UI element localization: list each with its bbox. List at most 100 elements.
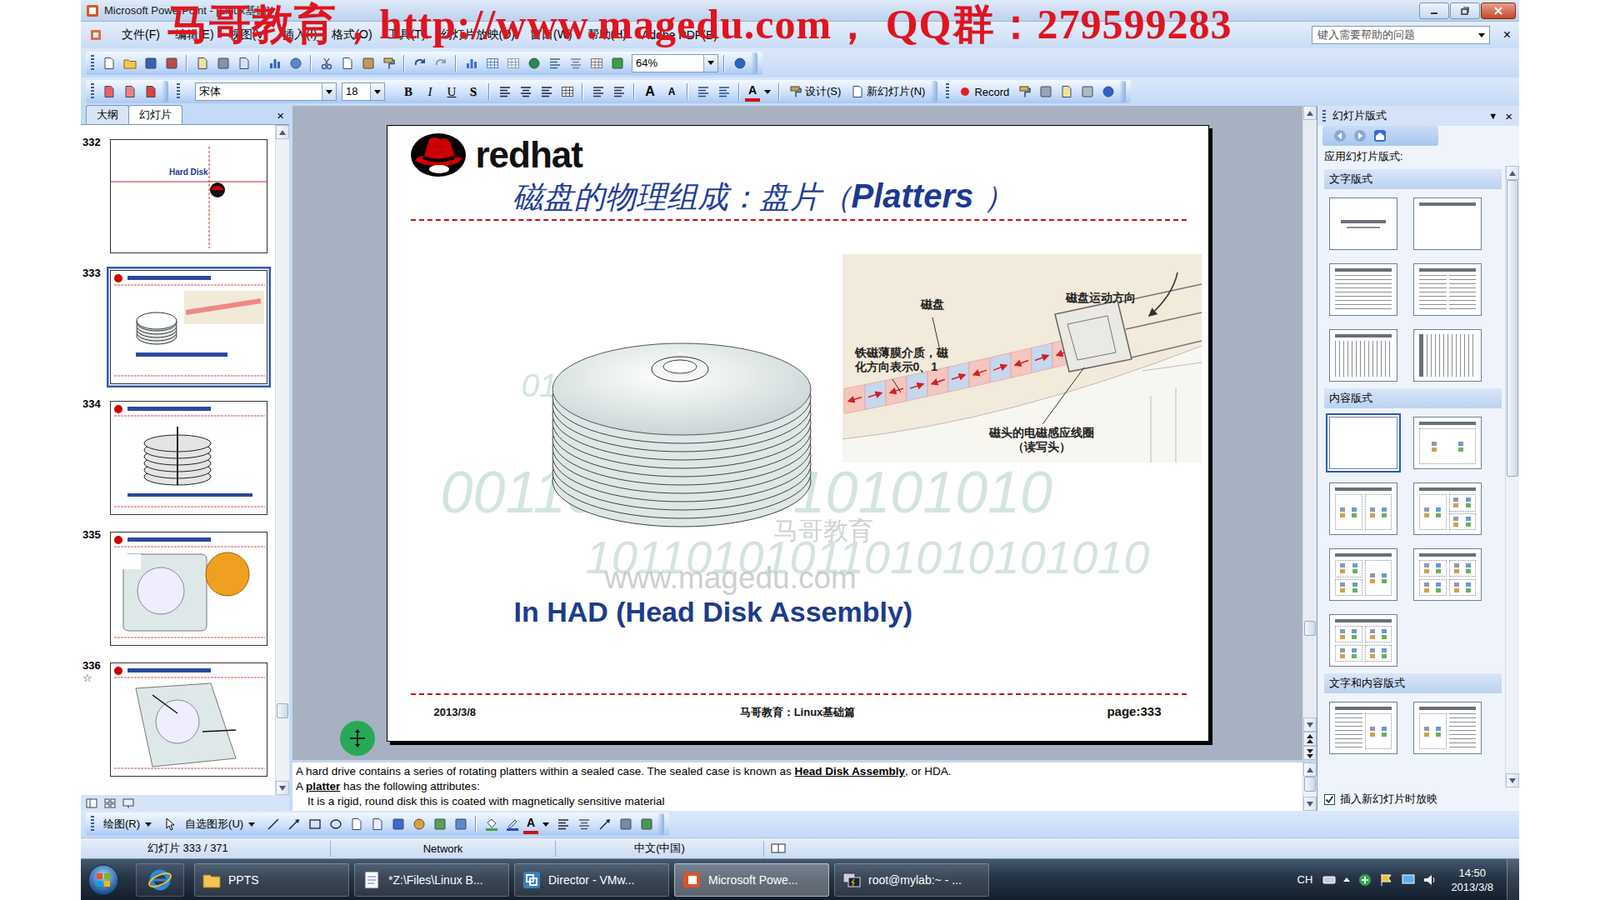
layout-option[interactable] — [1410, 260, 1485, 320]
menu-item[interactable]: Adobe PDF(B) — [634, 25, 725, 45]
layout-option[interactable] — [1325, 610, 1401, 670]
line-button[interactable] — [263, 815, 283, 835]
help-search-box[interactable]: 键入需要帮助的问题 — [1311, 25, 1490, 45]
display-icon[interactable] — [1400, 872, 1416, 888]
show-desktop-button[interactable] — [1506, 859, 1520, 900]
print-preview-button[interactable] — [234, 53, 254, 73]
numbering-button[interactable] — [588, 82, 608, 102]
align-center-button[interactable] — [515, 82, 535, 102]
picture-button[interactable] — [450, 815, 470, 835]
help-button[interactable] — [1098, 82, 1118, 102]
network-icon[interactable] — [1357, 872, 1373, 888]
taskbar-button[interactable]: PPTS — [194, 863, 350, 897]
undo-button[interactable] — [410, 53, 430, 73]
shadow-button[interactable] — [615, 815, 635, 835]
next-slide-button[interactable] — [1303, 745, 1317, 760]
notes-scrollbar[interactable] — [1302, 762, 1317, 811]
textbox-button[interactable] — [346, 815, 366, 835]
task-pane-close-button[interactable]: × — [1503, 109, 1515, 124]
columns-button[interactable] — [557, 82, 577, 102]
autoshapes-menu[interactable]: 自选图形(U) — [180, 815, 262, 835]
zoom-dropdown[interactable]: 64% — [631, 54, 719, 73]
font-size-button[interactable]: A — [640, 82, 660, 102]
home-button[interactable] — [1372, 128, 1388, 144]
copy-button[interactable] — [337, 53, 357, 73]
pane-tab[interactable]: 大纲 — [85, 105, 130, 125]
cut-button[interactable] — [316, 53, 336, 73]
vertical-textbox-button[interactable] — [367, 815, 387, 835]
redo-button[interactable] — [430, 53, 450, 73]
restore-button[interactable] — [1450, 2, 1480, 20]
taskbar-button[interactable]: root@mylab:~ - ... — [834, 863, 990, 897]
dash-style-button[interactable] — [574, 815, 594, 835]
draw-menu[interactable]: 绘图(R) — [99, 815, 159, 835]
increase-indent-button[interactable] — [714, 82, 734, 102]
text-style-button[interactable]: U — [441, 82, 462, 102]
font-dropdown[interactable]: 宋体 — [195, 82, 337, 101]
close-button[interactable] — [1480, 2, 1516, 20]
pdf-review-button[interactable] — [140, 82, 160, 102]
oval-button[interactable] — [325, 815, 345, 835]
previous-slide-button[interactable] — [1303, 731, 1317, 746]
keyboard-icon[interactable] — [1322, 873, 1336, 887]
start-button[interactable] — [84, 860, 123, 900]
open-button[interactable] — [120, 53, 140, 73]
slide-thumbnail[interactable]: 333 — [80, 266, 275, 398]
taskbar-button[interactable]: Director - VMw... — [514, 863, 670, 897]
email-button[interactable] — [192, 53, 212, 73]
menu-item[interactable]: 格式(O) — [324, 25, 380, 45]
bullets-button[interactable] — [609, 82, 629, 102]
text-style-button[interactable]: B — [398, 82, 419, 102]
show-grid-button[interactable] — [586, 53, 606, 73]
layout-option[interactable] — [1325, 698, 1401, 758]
arrow-line-button[interactable] — [284, 815, 304, 835]
hyperlink-button[interactable] — [524, 53, 544, 73]
forward-button[interactable] — [1352, 128, 1368, 144]
research-button[interactable] — [285, 53, 305, 73]
clipart-button[interactable] — [430, 815, 450, 835]
menu-item[interactable]: 工具(T) — [380, 25, 434, 45]
insert-table-button[interactable] — [482, 53, 502, 73]
slide-thumbnail[interactable]: 334 — [80, 397, 275, 529]
taskbar-button[interactable]: Microsoft Powe... — [674, 863, 830, 897]
task-pane-scrollbar[interactable] — [1505, 165, 1520, 788]
menu-item[interactable]: 窗口(W) — [522, 25, 580, 45]
print-button[interactable] — [213, 53, 233, 73]
select-button[interactable] — [160, 815, 180, 835]
layout-option[interactable] — [1410, 413, 1485, 473]
task-pane-menu-button[interactable]: ▼ — [1485, 110, 1500, 121]
tables-borders-button[interactable] — [503, 53, 523, 73]
input-language[interactable]: CH — [1297, 873, 1314, 886]
layout-option[interactable] — [1410, 194, 1485, 254]
layout-option[interactable] — [1325, 325, 1401, 385]
show-on-insert-checkbox[interactable] — [1324, 794, 1335, 805]
layout-option[interactable] — [1410, 545, 1485, 605]
menu-item[interactable]: 幻灯片放映(D) — [433, 25, 523, 45]
slide-scrollbar[interactable] — [1302, 105, 1317, 760]
fill-color-button[interactable] — [481, 815, 501, 835]
document-icon[interactable] — [89, 28, 103, 42]
back-button[interactable] — [1332, 128, 1348, 144]
dropdown-icon[interactable] — [1478, 33, 1485, 38]
pdf-convert-button[interactable] — [99, 82, 119, 102]
layout-option[interactable] — [1325, 413, 1401, 473]
taskbar-button[interactable]: *Z:\Files\Linux B... — [354, 863, 510, 897]
show-on-insert-option[interactable]: 插入新幻灯片时放映 — [1317, 787, 1520, 811]
record-button[interactable]: Record — [954, 82, 1014, 102]
grayscale-button[interactable] — [607, 53, 627, 73]
show-formatting-button[interactable] — [565, 53, 585, 73]
wordart-button[interactable] — [388, 815, 408, 835]
pane-close-button[interactable]: × — [271, 108, 290, 125]
text-style-button[interactable]: I — [420, 82, 440, 102]
insert-chart-button[interactable] — [461, 53, 481, 73]
thumbnails-scrollbar[interactable] — [275, 125, 290, 795]
menu-item[interactable]: 插入(I) — [275, 25, 325, 45]
minimize-button[interactable] — [1419, 2, 1450, 20]
paste-button[interactable] — [358, 53, 378, 73]
action-center-icon[interactable] — [1379, 872, 1395, 888]
line-color-button[interactable] — [502, 815, 522, 835]
layout-option[interactable] — [1325, 260, 1401, 320]
text-style-button[interactable]: S — [463, 82, 484, 102]
record-settings-button[interactable] — [1077, 82, 1097, 102]
layout-option[interactable] — [1410, 479, 1485, 539]
